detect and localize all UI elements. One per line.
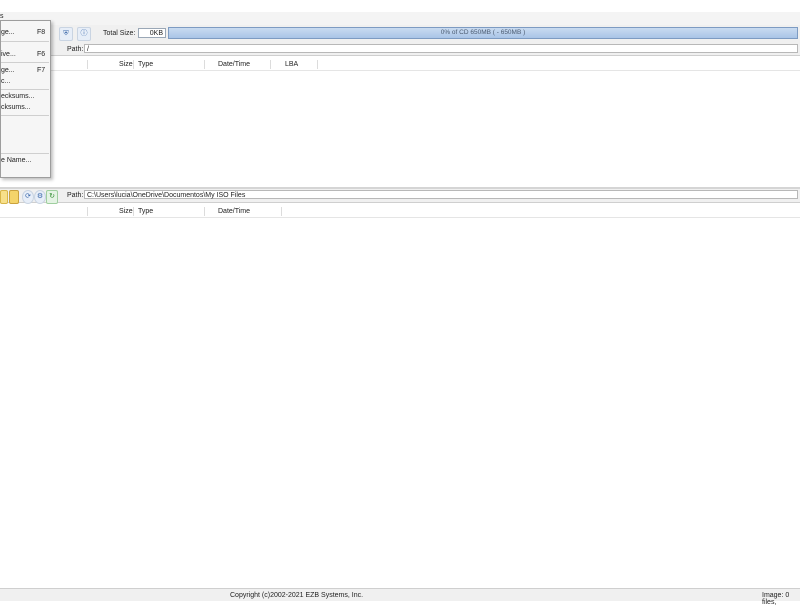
menu-item[interactable]: e Name... [1, 157, 31, 164]
menu-separator [1, 89, 49, 90]
column-separator[interactable] [133, 207, 134, 216]
main-toolbar: ⛨ ⓘ Total Size: 0KB 0% of CD 650MB ( - 6… [0, 25, 800, 44]
image-path-label: Path: [67, 46, 84, 53]
copyright-text: Copyright (c)2002-2021 EZB Systems, Inc. [230, 592, 364, 599]
column-date-time[interactable]: Date/Time [218, 208, 250, 215]
column-separator[interactable] [204, 60, 205, 69]
menu-separator [1, 115, 49, 116]
local-file-list-header: Size Type Date/Time [0, 206, 800, 218]
local-path-bar: ⟳ ⚙ ↻ Path: C:\Users\lucia\OneDrive\Docu… [0, 189, 800, 204]
column-separator[interactable] [87, 60, 88, 69]
menu-item-shortcut: F8 [37, 29, 46, 36]
menu-bar-partial-label[interactable]: s [0, 13, 4, 20]
column-separator[interactable] [317, 60, 318, 69]
local-path-label: Path: [67, 192, 84, 199]
refresh-icon[interactable]: ↻ [46, 190, 58, 204]
menu-item[interactable]: ge... [1, 67, 15, 74]
column-type[interactable]: Type [138, 208, 153, 215]
title-bar [0, 0, 800, 12]
menu-item[interactable]: ge... [1, 29, 15, 36]
image-info-text: Image: 0 files, [762, 592, 790, 606]
column-size[interactable]: Size [119, 61, 133, 68]
column-separator[interactable] [270, 60, 271, 69]
settings-icon[interactable]: ⚙ [34, 190, 46, 204]
status-bar: Copyright (c)2002-2021 EZB Systems, Inc.… [0, 588, 800, 606]
column-type[interactable]: Type [138, 61, 153, 68]
local-path-field[interactable]: C:\Users\lucia\OneDrive\Documentos\My IS… [84, 190, 798, 199]
column-separator[interactable] [133, 60, 134, 69]
menu-item[interactable]: c... [1, 78, 10, 85]
image-path-field[interactable]: / [84, 44, 798, 53]
total-size-label: Total Size: [103, 30, 136, 37]
shield-icon[interactable]: ⛨ [59, 27, 73, 41]
capacity-text: 0% of CD 650MB ( - 650MB ) [440, 29, 526, 36]
info-icon[interactable]: ⓘ [77, 27, 91, 41]
column-separator[interactable] [281, 207, 282, 216]
column-separator[interactable] [87, 207, 88, 216]
menu-item[interactable]: ecksums... [1, 93, 34, 100]
refresh-icon[interactable]: ⟳ [22, 190, 34, 204]
image-path-bar: Path: / [0, 43, 800, 56]
menu-separator [1, 153, 49, 154]
menu-separator [1, 41, 49, 42]
menu-bar: s [0, 12, 800, 26]
menu-item-shortcut: F7 [37, 67, 46, 74]
column-separator[interactable] [204, 207, 205, 216]
folder-icon[interactable] [9, 190, 19, 204]
menu-separator [1, 62, 49, 63]
image-file-list-header: Size Type Date/Time LBA [0, 59, 800, 71]
capacity-bar[interactable]: 0% of CD 650MB ( - 650MB ) [168, 27, 798, 39]
column-lba[interactable]: LBA [285, 61, 298, 68]
total-size-value: 0KB [138, 28, 166, 38]
menu-item-shortcut: F6 [37, 51, 46, 58]
menu-item[interactable]: cksums... [1, 104, 31, 111]
dropdown-menu: ge... F8 ive... F6 ge... F7 c... ecksums… [0, 20, 51, 178]
column-size[interactable]: Size [119, 208, 133, 215]
menu-item[interactable]: ive... [1, 51, 16, 58]
back-icon[interactable] [0, 190, 8, 204]
column-date-time[interactable]: Date/Time [218, 61, 250, 68]
